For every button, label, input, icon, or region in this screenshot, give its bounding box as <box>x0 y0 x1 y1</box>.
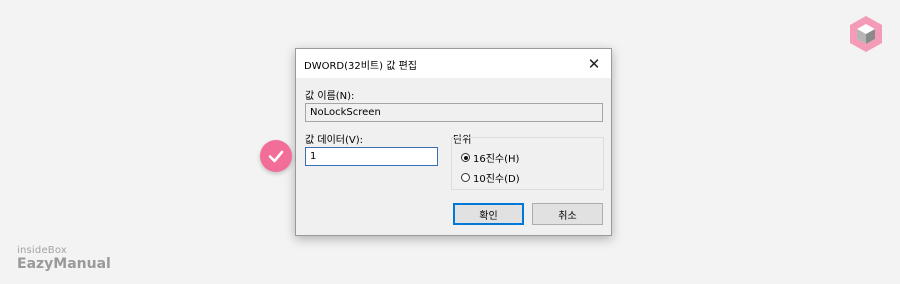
radio-hex[interactable]: 16진수(H) <box>461 150 519 165</box>
close-icon: ✕ <box>587 54 601 73</box>
radio-hex-label: 16진수(H) <box>473 154 520 165</box>
dword-edit-dialog: DWORD(32비트) 값 편집 ✕ 값 이름(N): NoLockScreen… <box>295 48 612 236</box>
close-button[interactable]: ✕ <box>577 49 611 78</box>
cancel-button[interactable]: 취소 <box>532 203 603 225</box>
value-data-input[interactable]: 1 <box>305 147 438 166</box>
title-bar: DWORD(32비트) 값 편집 ✕ <box>296 49 611 78</box>
value-name-field[interactable]: NoLockScreen <box>305 103 603 122</box>
checkmark-icon <box>268 150 284 163</box>
value-name-label: 값 이름(N): <box>305 91 355 102</box>
brand-small-text: insideBox <box>17 245 67 256</box>
checkmark-badge <box>260 140 292 172</box>
radio-hex-dot[interactable] <box>461 153 470 162</box>
cube-icon <box>850 16 882 52</box>
radio-decimal[interactable]: 10진수(D) <box>461 170 520 185</box>
brand-large-text: EazyManual <box>17 256 111 272</box>
dialog-title: DWORD(32비트) 값 편집 <box>304 61 417 72</box>
value-data-label: 값 데이터(V): <box>305 135 363 146</box>
radio-decimal-dot[interactable] <box>461 173 470 182</box>
ok-button[interactable]: 확인 <box>453 203 524 225</box>
radio-decimal-label: 10진수(D) <box>473 174 520 185</box>
